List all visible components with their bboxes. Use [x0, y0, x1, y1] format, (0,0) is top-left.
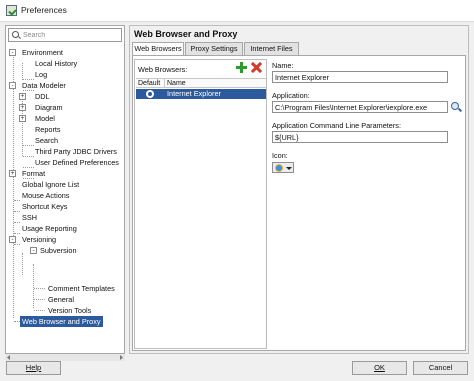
icon-selector[interactable]	[272, 162, 294, 173]
expand-icon[interactable]: +	[19, 115, 26, 122]
application-field[interactable]	[272, 101, 448, 113]
tree-connector	[22, 253, 23, 275]
expand-icon[interactable]: +	[9, 170, 16, 177]
panel-title: Web Browser and Proxy	[134, 29, 238, 39]
tree-connector	[13, 52, 14, 318]
browse-icon[interactable]	[451, 102, 462, 113]
window-title: Preferences	[21, 5, 67, 15]
application-label: Application:	[272, 91, 310, 100]
params-label: Application Command Line Parameters:	[272, 121, 401, 130]
ok-button[interactable]: OK	[352, 361, 407, 375]
help-button[interactable]: Help	[6, 361, 61, 375]
settings-panel: Web Browser and Proxy Web Browsers Proxy…	[129, 25, 469, 354]
tab-internet-files[interactable]: Internet Files	[244, 42, 299, 55]
expand-icon[interactable]: +	[19, 93, 26, 100]
column-divider[interactable]	[164, 79, 165, 88]
params-field[interactable]	[272, 131, 448, 143]
browsers-table-header: Default Name	[136, 78, 266, 88]
tree-connector	[23, 145, 34, 146]
search-box[interactable]	[8, 28, 122, 42]
tab-proxy-settings[interactable]: Proxy Settings	[185, 42, 243, 55]
add-icon[interactable]	[236, 62, 247, 73]
tree-connector	[14, 200, 20, 201]
tree-connector	[14, 222, 20, 223]
browser-name: Internet Explorer	[167, 89, 221, 98]
tree-connector	[14, 233, 20, 234]
preferences-tree: - Environment Local History Log - Data M…	[9, 48, 119, 327]
remove-icon[interactable]	[251, 62, 262, 73]
tree-connector	[22, 63, 23, 80]
ie-icon	[275, 164, 283, 172]
web-browsers-list: Web Browsers: Default Name Internet Expl…	[134, 59, 267, 349]
name-field[interactable]	[272, 71, 448, 83]
tree-connector	[34, 310, 45, 311]
preferences-icon	[6, 5, 17, 16]
dialog-button-bar: Help OK Cancel	[0, 356, 474, 381]
search-icon	[12, 31, 19, 38]
preferences-navigation: - Environment Local History Log - Data M…	[5, 25, 125, 354]
web-browsers-label: Web Browsers:	[138, 65, 188, 74]
title-bar: Preferences	[0, 0, 474, 22]
tree-connector	[34, 288, 45, 289]
icon-label: Icon:	[272, 151, 288, 160]
column-name[interactable]: Name	[167, 79, 186, 88]
table-row[interactable]: Internet Explorer	[136, 89, 266, 99]
tree-connector	[14, 244, 20, 245]
tree-connector	[34, 299, 45, 300]
tab-web-browsers[interactable]: Web Browsers	[132, 42, 184, 56]
tree-connector	[23, 156, 34, 157]
collapse-icon[interactable]: -	[9, 49, 16, 56]
collapse-icon[interactable]: -	[9, 236, 16, 243]
tree-connector	[14, 211, 20, 212]
collapse-icon[interactable]: -	[30, 247, 37, 254]
expand-icon[interactable]: +	[19, 104, 26, 111]
tree-connector	[33, 264, 34, 308]
cancel-button[interactable]: Cancel	[413, 361, 468, 375]
collapse-icon[interactable]: -	[9, 82, 16, 89]
column-default[interactable]: Default	[138, 79, 160, 88]
default-radio[interactable]	[146, 90, 154, 98]
chevron-down-icon	[286, 167, 292, 170]
name-label: Name:	[272, 61, 294, 70]
search-input[interactable]	[23, 30, 119, 40]
web-browsers-tab-content: Web Browsers: Default Name Internet Expl…	[132, 55, 466, 351]
